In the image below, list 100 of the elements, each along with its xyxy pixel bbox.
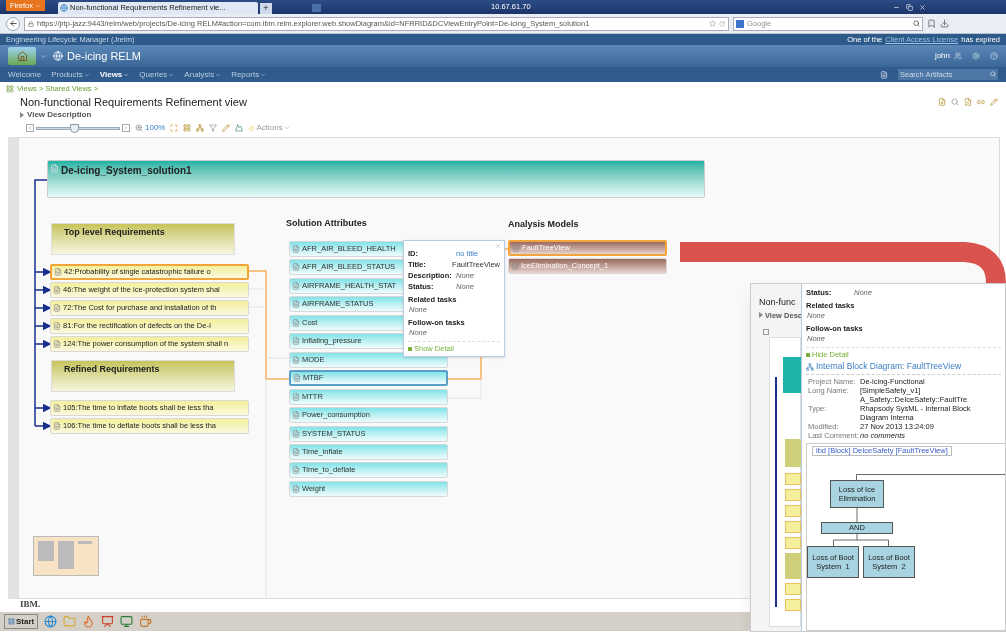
- star-icon[interactable]: [709, 20, 716, 27]
- reload-icon[interactable]: [719, 20, 725, 27]
- view-title: Non-functional Requirements Refinement view: [20, 94, 247, 110]
- globe-icon[interactable]: [44, 615, 58, 628]
- nav-menu[interactable]: Products: [51, 68, 90, 81]
- caret-icon: [83, 71, 90, 78]
- globe-icon: [60, 4, 68, 12]
- document-icon: [292, 393, 300, 401]
- search-icon[interactable]: [913, 19, 920, 27]
- nav-menu[interactable]: Views: [99, 68, 130, 81]
- home-icon: [16, 50, 28, 62]
- caret-icon: [34, 2, 41, 9]
- add-file-icon[interactable]: [938, 98, 946, 106]
- lightning-icon: [248, 124, 256, 132]
- document-icon: [53, 422, 61, 430]
- artifact-type-icon[interactable]: [880, 70, 888, 79]
- root-node[interactable]: De-icing_System_solution1: [47, 160, 705, 198]
- windows-icon: [8, 618, 15, 625]
- document-icon: [53, 322, 61, 330]
- fit-icon[interactable]: [170, 124, 179, 132]
- document-icon: [293, 374, 301, 382]
- document-icon: [292, 485, 300, 493]
- search-engine-icon: [736, 19, 744, 28]
- document-icon: [512, 244, 520, 252]
- connector-arrow: [34, 267, 52, 277]
- new-tab-button[interactable]: +: [260, 3, 272, 14]
- document-icon: [292, 263, 300, 271]
- caret-icon: [168, 71, 175, 78]
- search-icon: [990, 71, 996, 77]
- pencil-icon[interactable]: [990, 98, 998, 106]
- caret-icon: [123, 71, 130, 78]
- project-icon: [53, 51, 63, 61]
- nav-menu[interactable]: Reports: [231, 68, 267, 81]
- monitor-icon[interactable]: [120, 615, 134, 628]
- mountain-icon[interactable]: [235, 124, 244, 132]
- nav-menu[interactable]: Welcome: [8, 68, 42, 81]
- expand-icon: [20, 111, 24, 118]
- back-icon: [8, 19, 18, 28]
- connector-arrow: [34, 303, 52, 313]
- nav-menu[interactable]: Analysis: [184, 68, 222, 81]
- home-button[interactable]: [8, 47, 36, 65]
- detail-title[interactable]: Internal Block Diagram: FaultTreeView: [816, 360, 962, 373]
- bookmark-icon[interactable]: [927, 19, 936, 28]
- document-icon: [292, 337, 300, 345]
- zoom-slider-thumb[interactable]: [69, 123, 79, 133]
- document-icon: [292, 282, 300, 290]
- zoom-percentage[interactable]: 100%: [145, 122, 166, 134]
- view-title: Non-func: [759, 296, 797, 309]
- slider-left-icon[interactable]: [26, 124, 34, 132]
- nav-menu[interactable]: Queries: [139, 68, 175, 81]
- document-icon: [292, 448, 300, 456]
- zoom-icon[interactable]: [135, 124, 143, 132]
- group-header: Refined Requirements: [51, 360, 235, 392]
- filter-icon[interactable]: [209, 124, 218, 132]
- coffee-icon[interactable]: [139, 615, 153, 628]
- window-icon: [312, 4, 321, 12]
- presentation-icon[interactable]: [101, 615, 115, 628]
- document-icon: [292, 245, 300, 253]
- download-icon[interactable]: [940, 19, 949, 28]
- caret-icon[interactable]: [40, 52, 47, 60]
- search-icon[interactable]: [951, 98, 959, 106]
- settings-icon[interactable]: [972, 52, 980, 60]
- flame-icon[interactable]: [82, 615, 96, 628]
- diagram-icon: [806, 362, 814, 371]
- connector-arrow: [34, 321, 52, 331]
- connector-line: [856, 508, 858, 522]
- pencil-icon[interactable]: [222, 124, 231, 132]
- user-name[interactable]: john: [934, 50, 950, 62]
- link-icon[interactable]: [977, 98, 985, 106]
- back-button[interactable]: [6, 16, 20, 31]
- document-icon: [292, 411, 300, 419]
- document-icon: [53, 286, 61, 294]
- document-icon: [292, 319, 300, 327]
- connector-arrow: [34, 421, 52, 431]
- column-heading: Solution Attributes: [286, 217, 367, 230]
- grid-icon: [6, 85, 14, 93]
- toggle-icon: [408, 346, 412, 351]
- lock-icon: [28, 20, 34, 27]
- group-header: Top level Requirements: [51, 223, 235, 255]
- help-icon[interactable]: [990, 52, 998, 60]
- tree-icon[interactable]: [196, 124, 205, 132]
- users-icon[interactable]: [954, 52, 962, 60]
- folder-icon[interactable]: [63, 615, 77, 628]
- document-icon: [292, 300, 300, 308]
- view-description-toggle[interactable]: View Description: [27, 108, 92, 121]
- edit-file-icon[interactable]: [964, 98, 972, 106]
- connector-line: [833, 534, 889, 546]
- document-icon: [511, 262, 519, 270]
- start-button[interactable]: Start: [4, 614, 39, 629]
- slider-right-icon[interactable]: [122, 124, 130, 132]
- overview-thumbnail[interactable]: [33, 536, 99, 576]
- project-title: De-icing RELM: [67, 48, 141, 64]
- layout-icon[interactable]: [183, 124, 192, 132]
- caret-icon: [283, 125, 290, 131]
- document-icon: [53, 340, 61, 348]
- caret-icon: [260, 71, 267, 78]
- connector-arrow: [34, 339, 52, 349]
- expand-icon: [759, 312, 763, 319]
- restore-icon[interactable]: [906, 3, 913, 11]
- document-icon: [292, 356, 300, 364]
